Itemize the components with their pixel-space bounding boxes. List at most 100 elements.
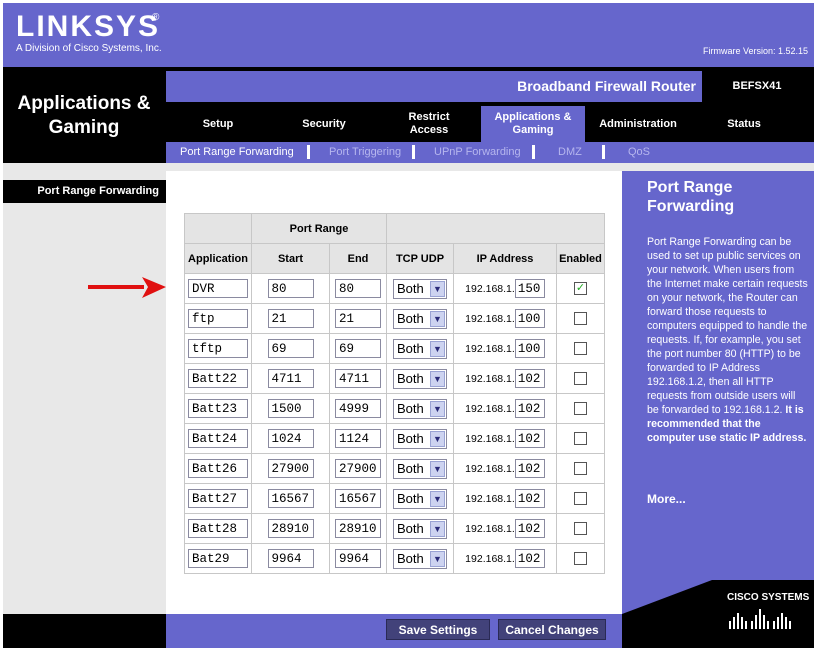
subtab-qos[interactable]: QoS xyxy=(628,146,650,158)
end-port-input[interactable]: 69 xyxy=(335,339,381,358)
tab-status[interactable]: Status xyxy=(710,106,778,142)
enabled-checkbox[interactable] xyxy=(574,402,587,415)
chevron-down-icon[interactable]: ▼ xyxy=(430,280,445,297)
start-port-input[interactable]: 1024 xyxy=(267,429,314,448)
protocol-value: Both xyxy=(397,371,424,386)
end-port-input[interactable]: 28910 xyxy=(335,519,381,538)
app-cell: Batt22 xyxy=(184,363,252,394)
subtab-port-triggering[interactable]: Port Triggering xyxy=(329,146,401,158)
application-name-input[interactable]: Batt22 xyxy=(188,369,248,388)
end-port-input[interactable]: 27900 xyxy=(335,459,381,478)
protocol-cell: Both ▼ xyxy=(386,513,454,544)
end-port-input[interactable]: 21 xyxy=(335,309,381,328)
ip-last-octet-input[interactable]: 102 xyxy=(514,489,545,508)
ip-last-octet-input[interactable]: 100 xyxy=(514,339,545,358)
tab-applications-gaming[interactable]: Applications & Gaming xyxy=(481,106,585,142)
protocol-select[interactable]: Both ▼ xyxy=(393,308,447,329)
application-name-input[interactable]: Bat29 xyxy=(188,549,248,568)
chevron-down-icon[interactable]: ▼ xyxy=(430,490,445,507)
table-row: ftp 21 21 Both ▼ 192.168.1. 100 xyxy=(184,303,605,334)
protocol-select[interactable]: Both ▼ xyxy=(393,488,447,509)
protocol-select[interactable]: Both ▼ xyxy=(393,428,447,449)
start-port-input[interactable]: 69 xyxy=(267,339,314,358)
end-port-input[interactable]: 9964 xyxy=(335,549,381,568)
help-more-link[interactable]: More... xyxy=(647,492,686,506)
subtab-separator xyxy=(532,145,535,159)
tab-security[interactable]: Security xyxy=(282,106,366,142)
subtab-upnp-forwarding[interactable]: UPnP Forwarding xyxy=(434,146,521,158)
enabled-checkbox[interactable] xyxy=(574,342,587,355)
protocol-value: Both xyxy=(397,311,424,326)
end-port-input[interactable]: 4711 xyxy=(335,369,381,388)
start-port-input[interactable]: 28910 xyxy=(267,519,314,538)
ip-last-octet-input[interactable]: 102 xyxy=(514,399,545,418)
application-name-input[interactable]: ftp xyxy=(188,309,248,328)
end-port-input[interactable]: 16567 xyxy=(335,489,381,508)
start-port-input[interactable]: 80 xyxy=(267,279,314,298)
product-name: Broadband Firewall Router xyxy=(517,78,696,94)
save-settings-button[interactable]: Save Settings xyxy=(386,619,490,640)
enabled-checkbox[interactable] xyxy=(574,432,587,445)
chevron-down-icon[interactable]: ▼ xyxy=(430,400,445,417)
tab-administration[interactable]: Administration xyxy=(590,106,686,142)
subtab-dmz[interactable]: DMZ xyxy=(558,146,582,158)
start-cell: 9964 xyxy=(251,543,330,574)
protocol-select[interactable]: Both ▼ xyxy=(393,278,447,299)
ip-last-octet-input[interactable]: 102 xyxy=(514,519,545,538)
protocol-select[interactable]: Both ▼ xyxy=(393,518,447,539)
chevron-down-icon[interactable]: ▼ xyxy=(430,460,445,477)
chevron-down-icon[interactable]: ▼ xyxy=(430,340,445,357)
chevron-down-icon[interactable]: ▼ xyxy=(430,520,445,537)
enabled-checkbox[interactable] xyxy=(574,522,587,535)
ip-last-octet-input[interactable]: 102 xyxy=(514,549,545,568)
enabled-checkbox[interactable] xyxy=(574,462,587,475)
start-port-input[interactable]: 27900 xyxy=(267,459,314,478)
start-port-input[interactable]: 16567 xyxy=(267,489,314,508)
protocol-select[interactable]: Both ▼ xyxy=(393,368,447,389)
application-name-input[interactable]: tftp xyxy=(188,339,248,358)
application-name-input[interactable]: Batt24 xyxy=(188,429,248,448)
end-port-input[interactable]: 4999 xyxy=(335,399,381,418)
chevron-down-icon[interactable]: ▼ xyxy=(430,430,445,447)
start-port-input[interactable]: 4711 xyxy=(267,369,314,388)
start-port-input[interactable]: 1500 xyxy=(267,399,314,418)
tab-restrict-access[interactable]: Restrict Access xyxy=(388,106,470,142)
ip-last-octet-input[interactable]: 102 xyxy=(514,369,545,388)
start-port-input[interactable]: 9964 xyxy=(267,549,314,568)
protocol-cell: Both ▼ xyxy=(386,483,454,514)
col-ip-address: IP Address xyxy=(453,243,557,274)
enabled-checkbox[interactable] xyxy=(574,552,587,565)
application-name-input[interactable]: DVR xyxy=(188,279,248,298)
application-name-input[interactable]: Batt23 xyxy=(188,399,248,418)
application-name-input[interactable]: Batt28 xyxy=(188,519,248,538)
enabled-checkbox[interactable] xyxy=(574,312,587,325)
enabled-checkbox[interactable]: ✓ xyxy=(574,282,587,295)
chevron-down-icon[interactable]: ▼ xyxy=(430,370,445,387)
app-cell: ftp xyxy=(184,303,252,334)
ip-last-octet-input[interactable]: 100 xyxy=(514,309,545,328)
ip-last-octet-input[interactable]: 102 xyxy=(514,459,545,478)
subtab-port-range-forwarding[interactable]: Port Range Forwarding xyxy=(180,146,294,158)
protocol-select[interactable]: Both ▼ xyxy=(393,338,447,359)
protocol-select[interactable]: Both ▼ xyxy=(393,398,447,419)
start-port-input[interactable]: 21 xyxy=(267,309,314,328)
protocol-select[interactable]: Both ▼ xyxy=(393,458,447,479)
cancel-changes-button[interactable]: Cancel Changes xyxy=(498,619,606,640)
chevron-down-icon[interactable]: ▼ xyxy=(430,550,445,567)
end-port-input[interactable]: 1124 xyxy=(335,429,381,448)
end-port-input[interactable]: 80 xyxy=(335,279,381,298)
ip-last-octet-input[interactable]: 102 xyxy=(514,429,545,448)
subtab-separator xyxy=(307,145,310,159)
enabled-checkbox[interactable] xyxy=(574,492,587,505)
tab-setup[interactable]: Setup xyxy=(176,106,260,142)
application-name-input[interactable]: Batt27 xyxy=(188,489,248,508)
end-cell: 69 xyxy=(329,333,387,364)
enabled-cell xyxy=(556,453,605,484)
ip-last-octet-input[interactable]: 150 xyxy=(514,279,545,298)
ip-prefix: 192.168.1. xyxy=(465,492,515,505)
protocol-select[interactable]: Both ▼ xyxy=(393,548,447,569)
enabled-checkbox[interactable] xyxy=(574,372,587,385)
application-name-input[interactable]: Batt26 xyxy=(188,459,248,478)
chevron-down-icon[interactable]: ▼ xyxy=(430,310,445,327)
enabled-cell xyxy=(556,483,605,514)
